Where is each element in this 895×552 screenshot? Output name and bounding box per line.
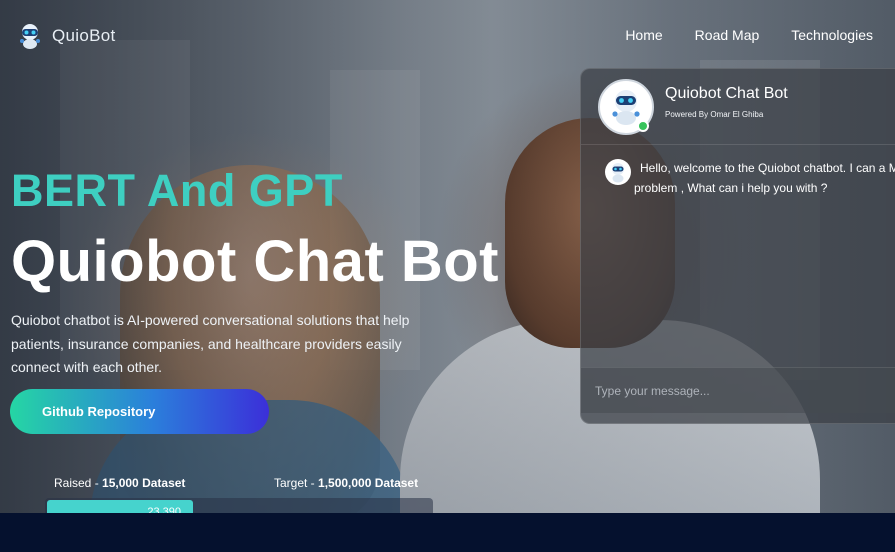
chat-message-input[interactable] [595,378,895,404]
nav-link-technologies[interactable]: Technologies [791,27,873,43]
nav-links: Home Road Map Technologies [625,27,873,43]
brand[interactable]: QuioBot [16,22,116,50]
brand-name: QuioBot [52,26,116,45]
chat-input-area [581,367,895,413]
hero-title: Quiobot Chat Bot [11,229,500,294]
nav-link-home[interactable]: Home [625,27,662,43]
chat-subtitle: Powered By Omar El Ghiba [665,110,764,119]
target-prefix: Target - [274,476,319,490]
nav-link-road-map[interactable]: Road Map [695,27,760,43]
target-value: 1,500,000 Dataset [318,476,419,490]
top-navigation: QuioBot Home Road Map Technologies [0,0,895,72]
target-label: Target - 1,500,000 Dataset [274,476,418,490]
hero-kicker: BERT And GPT [11,165,343,216]
raised-prefix: Raised - [54,476,103,490]
chat-widget: Quiobot Chat Bot Powered By Omar El Ghib… [580,68,895,424]
robot-icon [612,163,624,183]
github-repository-button[interactable]: Github Repository [10,389,269,434]
bottom-band [0,513,895,552]
hero-description: Quiobot chatbot is AI-powered conversati… [11,312,410,375]
robot-icon [16,22,44,50]
raised-label: Raised - 15,000 Dataset [54,476,185,490]
chat-message-welcome: Hello, welcome to the Quiobot chatbot. I… [634,161,895,195]
message-bot-avatar [605,159,631,185]
raised-value: 15,000 Dataset [102,476,186,490]
chat-header: Quiobot Chat Bot Powered By Omar El Ghib… [581,69,895,145]
online-status-icon [637,120,649,132]
chat-title: Quiobot Chat Bot [665,85,788,102]
